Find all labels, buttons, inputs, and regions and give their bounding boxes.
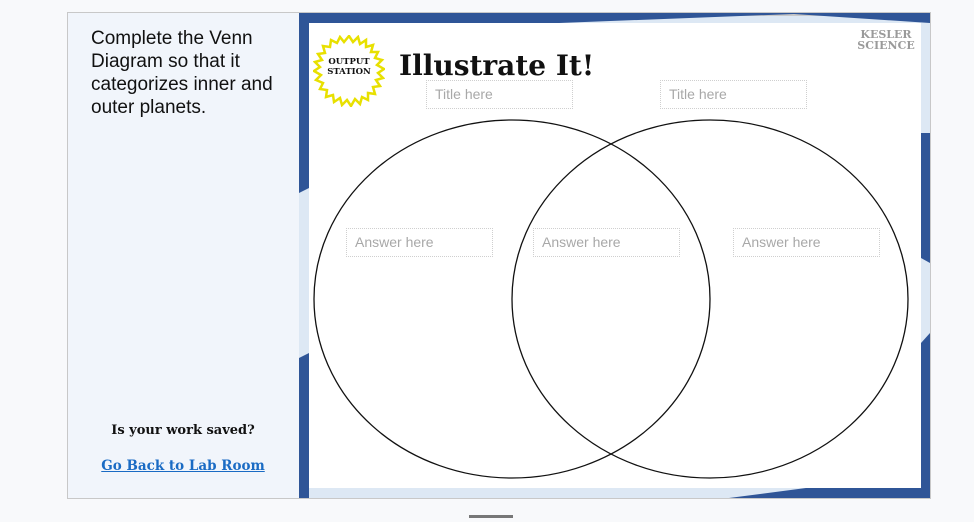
resize-handle[interactable] [469, 515, 513, 518]
instructions-panel: Complete the Venn Diagram so that it cat… [68, 13, 298, 498]
badge-label: OUTPUT STATION [327, 57, 371, 77]
left-answer-field[interactable]: Answer here [346, 228, 493, 257]
overlap-answer-field[interactable]: Answer here [533, 228, 680, 257]
left-title-field[interactable]: Title here [426, 80, 573, 109]
slide-title: Illustrate It! [399, 49, 595, 82]
back-to-lab-link[interactable]: Go Back to Lab Room [68, 458, 298, 474]
venn-slide: OUTPUT STATION Illustrate It! KESLER SCI… [299, 13, 930, 498]
kesler-science-logo: KESLER SCIENCE [857, 28, 915, 52]
instructions-text: Complete the Venn Diagram so that it cat… [91, 28, 273, 118]
right-answer-field[interactable]: Answer here [733, 228, 880, 257]
save-question: Is your work saved? [111, 423, 255, 438]
right-title-field[interactable]: Title here [660, 80, 807, 109]
slide-canvas: OUTPUT STATION Illustrate It! KESLER SCI… [309, 23, 921, 488]
activity-frame: Complete the Venn Diagram so that it cat… [67, 12, 931, 499]
